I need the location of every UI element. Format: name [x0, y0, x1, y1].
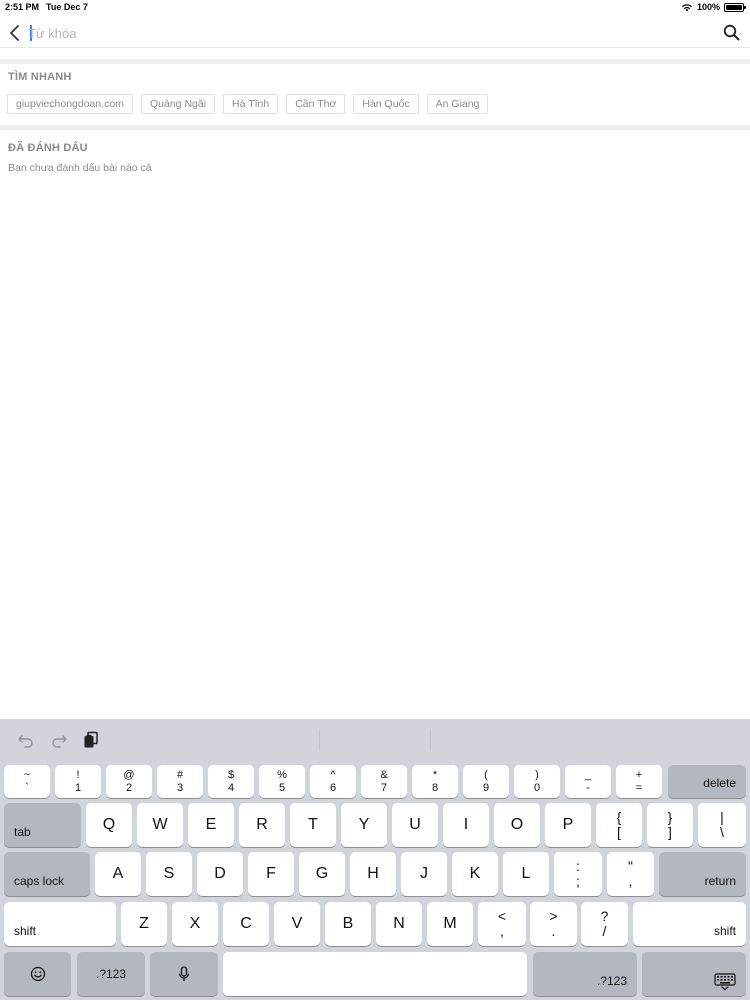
quick-search-chip[interactable]: Quảng Ngãi	[141, 94, 216, 114]
key-b[interactable]: B	[325, 902, 371, 946]
bookmarks-title: ĐÃ ĐÁNH DẤU	[8, 142, 88, 154]
key-l[interactable]: L	[503, 852, 549, 896]
key-w[interactable]: W	[137, 803, 183, 847]
caps-lock-key[interactable]: caps lock	[4, 852, 90, 896]
key-7[interactable]: & 7	[361, 765, 407, 798]
key-4[interactable]: $4	[208, 765, 254, 798]
on-screen-keyboard: ~ ` ! 1 @2 #3 $4 % 5 ^ 6 & 7 * 8 (9 ) 0 _ - + = d…	[0, 719, 750, 1000]
search-icon[interactable]	[723, 24, 740, 41]
bookmarks-empty-text: Bạn chưa đánh dấu bài nào cả	[8, 162, 152, 174]
key-c[interactable]: C	[223, 902, 269, 946]
key-k[interactable]: K	[452, 852, 498, 896]
status-bar: 2:51 PM Tue Dec 7 100%	[0, 0, 750, 14]
section-divider	[0, 125, 750, 130]
key-open-brace[interactable]: {[	[596, 803, 642, 847]
key-s[interactable]: S	[146, 852, 192, 896]
status-time: 2:51 PM	[5, 2, 40, 12]
key-f[interactable]: F	[248, 852, 294, 896]
key-d[interactable]: D	[197, 852, 243, 896]
key-minus[interactable]: _ -	[565, 765, 611, 798]
keyboard-toolbar	[0, 719, 750, 761]
section-divider	[0, 59, 750, 64]
numbers-key-right[interactable]: .?123	[533, 952, 637, 996]
battery-icon	[724, 2, 746, 12]
quick-search-chip[interactable]: giupviechongdoan.com	[7, 94, 133, 114]
key-t[interactable]: T	[290, 803, 336, 847]
emoji-key[interactable]	[4, 952, 71, 996]
key-n[interactable]: N	[376, 902, 422, 946]
key-equals[interactable]: + =	[616, 765, 662, 798]
paste-icon[interactable]	[82, 731, 100, 749]
quick-search-chip[interactable]: Hà Tĩnh	[223, 94, 279, 114]
key-a[interactable]: A	[95, 852, 141, 896]
key-semicolon[interactable]: :;	[554, 852, 602, 896]
key-6[interactable]: ^ 6	[310, 765, 356, 798]
quick-search-chip[interactable]: Cần Thơ	[286, 94, 346, 114]
key-2[interactable]: @2	[106, 765, 152, 798]
key-y[interactable]: Y	[341, 803, 387, 847]
space-bar[interactable]	[223, 952, 527, 996]
key-3[interactable]: #3	[157, 765, 203, 798]
return-key[interactable]: return	[659, 852, 746, 896]
microphone-icon	[178, 966, 190, 981]
search-input[interactable]	[28, 23, 708, 43]
key-9[interactable]: (9	[463, 765, 509, 798]
tab-key[interactable]: tab	[4, 803, 81, 847]
key-quote[interactable]: ",	[607, 852, 654, 896]
quick-search-chip[interactable]: An Giang	[426, 94, 489, 114]
quick-search-chip[interactable]: Hàn Quốc	[353, 94, 419, 114]
key-5[interactable]: % 5	[259, 765, 305, 798]
key-r[interactable]: R	[239, 803, 285, 847]
dismiss-keyboard-key[interactable]	[642, 952, 746, 996]
key-backtick[interactable]: ~ `	[4, 765, 50, 798]
battery-percent: 100%	[696, 2, 720, 12]
redo-icon[interactable]	[50, 731, 68, 749]
key-o[interactable]: O	[494, 803, 540, 847]
key-slash[interactable]: ? /	[581, 902, 628, 946]
quick-search-chips: giupviechongdoan.com Quảng Ngãi Hà Tĩnh …	[7, 94, 489, 114]
key-g[interactable]: G	[299, 852, 345, 896]
key-h[interactable]: H	[350, 852, 396, 896]
key-backslash[interactable]: | \	[698, 803, 746, 847]
shift-key-right[interactable]: shift	[633, 902, 746, 946]
key-0[interactable]: ) 0	[514, 765, 560, 798]
key-x[interactable]: X	[172, 902, 218, 946]
key-q[interactable]: Q	[86, 803, 132, 847]
key-j[interactable]: J	[401, 852, 447, 896]
search-header	[0, 18, 750, 48]
status-date: Tue Dec 7	[46, 2, 88, 12]
key-m[interactable]: M	[427, 902, 473, 946]
key-p[interactable]: P	[545, 803, 591, 847]
key-u[interactable]: U	[392, 803, 438, 847]
key-z[interactable]: Z	[121, 902, 167, 946]
key-period[interactable]: >.	[530, 902, 577, 946]
key-8[interactable]: * 8	[412, 765, 458, 798]
undo-icon[interactable]	[17, 731, 35, 749]
key-v[interactable]: V	[274, 902, 320, 946]
key-i[interactable]: I	[443, 803, 489, 847]
key-close-brace[interactable]: }]	[647, 803, 693, 847]
toolbar-separator	[430, 729, 431, 751]
back-arrow-icon[interactable]	[8, 24, 22, 42]
key-comma[interactable]: <,	[478, 902, 526, 946]
quick-search-title: TÌM NHANH	[8, 71, 72, 83]
keyboard-dismiss-icon	[714, 973, 736, 991]
numbers-key-left[interactable]: .?123	[77, 952, 145, 996]
emoji-icon	[30, 966, 45, 982]
toolbar-separator	[319, 729, 320, 751]
key-1[interactable]: ! 1	[55, 765, 101, 798]
shift-key-left[interactable]: shift	[4, 902, 116, 946]
wifi-icon	[681, 3, 692, 11]
dictation-key[interactable]	[150, 952, 218, 996]
delete-key[interactable]: delete	[668, 765, 746, 798]
status-indicators: 100%	[681, 2, 746, 12]
key-e[interactable]: E	[188, 803, 234, 847]
